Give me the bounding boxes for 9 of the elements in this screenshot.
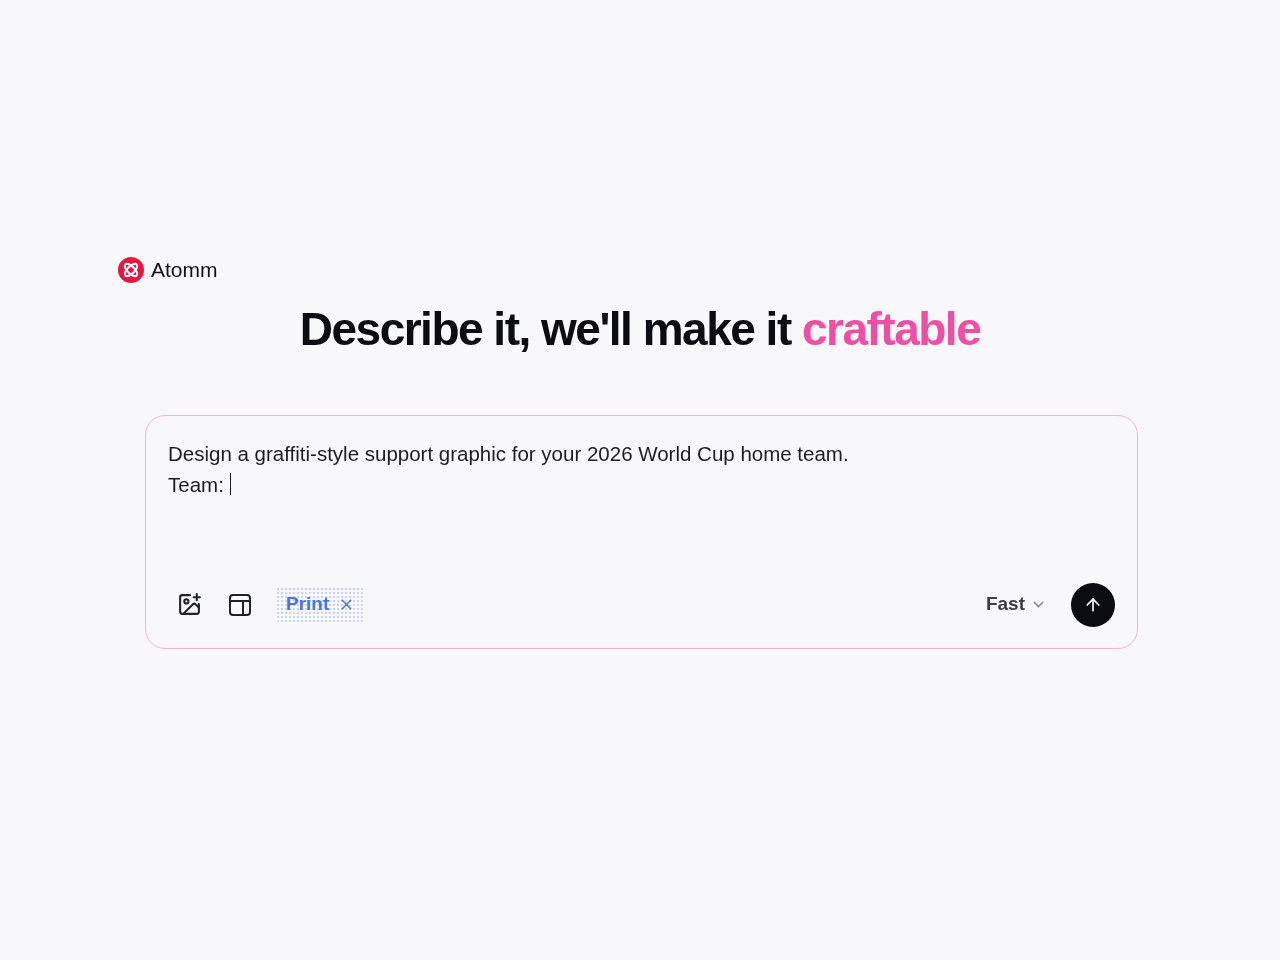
layout-icon xyxy=(228,592,252,617)
prompt-input[interactable]: Design a graffiti-style support graphic for your 2026 World Cup home team. Team: xyxy=(168,437,1115,583)
headline: Describe it, we'll make it craftable xyxy=(298,302,982,355)
send-button[interactable] xyxy=(1071,582,1115,627)
logo-icon xyxy=(118,256,144,283)
chip-label: Print xyxy=(286,592,330,617)
model-select[interactable]: Fast xyxy=(985,590,1047,619)
image-plus-icon xyxy=(176,592,202,617)
brand-name: Atomm xyxy=(151,257,218,283)
